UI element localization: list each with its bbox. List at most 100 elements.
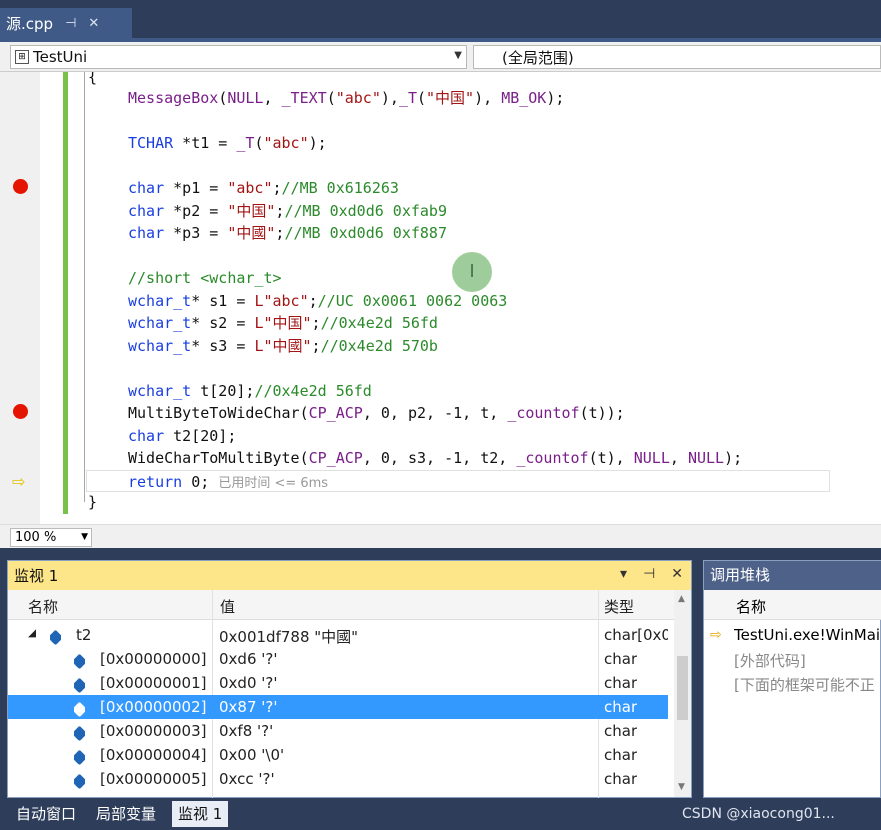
variable-icon	[74, 701, 85, 719]
callstack-frame[interactable]: [下面的框架可能不正	[734, 674, 875, 695]
watch-row[interactable]: [0x00000003] 0xf8 '?' char	[8, 719, 668, 743]
callstack-panel: 调用堆栈 名称 ⇨ TestUni.exe!WinMai [外部代码] [下面的…	[703, 560, 881, 798]
watch-value[interactable]: 0x00 '\0'	[219, 746, 284, 764]
close-brace: }	[88, 493, 98, 511]
scope-combo[interactable]: (全局范围)	[473, 45, 881, 69]
mouse-cursor: I	[452, 252, 492, 292]
project-combo[interactable]: ⊞ TestUni ▼	[10, 45, 467, 69]
watch-type: char	[604, 674, 638, 692]
watch-panel: 监视 1 ▾ ⊣ ✕ 名称 值 类型 ◢ t2 0x001df788 "中國" …	[7, 560, 692, 798]
watch-row[interactable]: [0x00000004] 0x00 '\0' char	[8, 743, 668, 767]
breakpoint-icon[interactable]	[13, 179, 28, 194]
scope-name: (全局范围)	[502, 48, 574, 67]
tab-autos[interactable]: 自动窗口	[16, 801, 76, 827]
code-line: char *p1 = "abc";//MB 0x616263	[128, 179, 399, 197]
chevron-down-icon: ▼	[81, 532, 88, 542]
watch-type: char	[604, 746, 638, 764]
code-line: wchar_t* s3 = L"中國";//0x4e2d 570b	[128, 337, 438, 355]
watch-header: 名称 值 类型	[8, 590, 691, 620]
watch-scrollbar[interactable]: ▲ ▼	[674, 590, 691, 797]
watch-name: [0x00000002]	[100, 698, 207, 716]
watch-row-selected[interactable]: [0x00000002] 0x87 '?' char	[8, 695, 668, 719]
dropdown-icon[interactable]: ▾	[620, 566, 627, 582]
scroll-down-icon[interactable]: ▼	[678, 782, 685, 792]
navigation-bar: ⊞ TestUni ▼ (全局范围)	[0, 42, 881, 72]
code-line: wchar_t* s1 = L"abc";//UC 0x0061 0062 00…	[128, 292, 508, 310]
watch-name: [0x00000004]	[100, 746, 207, 764]
document-tab-title: 源.cpp	[6, 15, 54, 33]
watch-name: [0x00000005]	[100, 770, 207, 788]
watch-name: [0x00000003]	[100, 722, 207, 740]
col-value[interactable]: 值	[220, 596, 235, 617]
variable-icon	[74, 773, 85, 791]
change-indicator	[63, 72, 68, 514]
watch-type: char	[604, 698, 638, 716]
callstack-frame[interactable]: TestUni.exe!WinMai	[734, 626, 880, 644]
variable-icon	[74, 677, 85, 695]
expand-icon[interactable]: ◢	[28, 626, 36, 639]
watch-value[interactable]: 0xd0 '?'	[219, 674, 277, 692]
tab-watch-1[interactable]: 监视 1	[172, 801, 229, 827]
watch-value[interactable]: 0xcc '?'	[219, 770, 275, 788]
watch-name: [0x00000000]	[100, 650, 207, 668]
watch-value[interactable]: 0x001df788 "中國"	[219, 626, 358, 647]
watch-type: char	[604, 650, 638, 668]
zoom-combo[interactable]: 100 % ▼	[10, 528, 92, 547]
watch-value[interactable]: 0xd6 '?'	[219, 650, 277, 668]
watch-type: char[0x0	[604, 626, 668, 644]
outline-line	[84, 72, 85, 502]
watermark: CSDN @xiaocong01...	[682, 806, 835, 822]
code-line: MultiByteToWideChar(CP_ACP, 0, p2, -1, t…	[128, 404, 625, 422]
callstack-title: 调用堆栈	[704, 561, 881, 590]
code-editor[interactable]: { MessageBox(NULL, _TEXT("abc"),_T("中国")…	[0, 72, 881, 524]
watch-row[interactable]: [0x00000000] 0xd6 '?' char	[8, 647, 668, 671]
current-line: return 0; 已用时间 <= 6ms	[86, 470, 830, 492]
code-line: //short <wchar_t>	[128, 269, 282, 287]
code-line: wchar_t t[20];//0x4e2d 56fd	[128, 382, 372, 400]
tab-locals[interactable]: 局部变量	[96, 801, 156, 827]
ide-window: 源.cpp ⊣ ✕ ⊞ TestUni ▼ (全局范围) { MessageBo…	[0, 0, 881, 830]
close-tab-icon[interactable]: ✕	[88, 16, 99, 31]
open-brace: {	[88, 72, 98, 86]
instruction-pointer-icon: ⇨	[12, 472, 26, 491]
breakpoint-margin[interactable]	[0, 72, 40, 524]
watch-row[interactable]: [0x00000001] 0xd0 '?' char	[8, 671, 668, 695]
project-icon: ⊞	[15, 50, 29, 64]
code-line: char t2[20];	[128, 427, 237, 445]
watch-name: [0x00000001]	[100, 674, 207, 692]
pin-icon[interactable]: ⊣	[65, 16, 76, 31]
zoom-value: 100 %	[15, 530, 57, 545]
watch-row[interactable]: ◢ t2 0x001df788 "中國" char[0x0	[8, 623, 668, 647]
scroll-thumb[interactable]	[677, 656, 688, 720]
pin-icon[interactable]: ⊣	[643, 566, 655, 582]
current-frame-arrow-icon: ⇨	[710, 627, 722, 643]
watch-title: 监视 1	[14, 567, 59, 585]
close-icon[interactable]: ✕	[671, 566, 683, 582]
col-name[interactable]: 名称	[736, 596, 766, 617]
watch-title-bar: 监视 1 ▾ ⊣ ✕	[8, 561, 691, 590]
variable-icon	[74, 749, 85, 767]
document-tab[interactable]: 源.cpp ⊣ ✕	[0, 8, 132, 39]
breakpoint-icon[interactable]	[13, 404, 28, 419]
watch-value[interactable]: 0x87 '?'	[219, 698, 277, 716]
chevron-down-icon: ▼	[454, 50, 462, 61]
variable-icon	[74, 653, 85, 671]
watch-row[interactable]: [0x00000005] 0xcc '?' char	[8, 767, 668, 791]
col-type[interactable]: 类型	[604, 596, 634, 617]
code-line: MessageBox(NULL, _TEXT("abc"),_T("中国"), …	[128, 89, 565, 107]
watch-type: char	[604, 770, 638, 788]
code-line: wchar_t* s2 = L"中国";//0x4e2d 56fd	[128, 314, 438, 332]
variable-icon	[50, 629, 61, 647]
watch-value[interactable]: 0xf8 '?'	[219, 722, 273, 740]
project-name: TestUni	[33, 48, 88, 66]
scroll-up-icon[interactable]: ▲	[678, 594, 685, 604]
bottom-tab-bar: 自动窗口 局部变量 监视 1 CSDN @xiaocong01...	[0, 798, 881, 830]
watch-name: t2	[76, 626, 92, 644]
variable-icon	[74, 725, 85, 743]
col-name[interactable]: 名称	[28, 596, 58, 617]
watch-type: char	[604, 722, 638, 740]
callstack-frame[interactable]: [外部代码]	[734, 650, 806, 671]
code-line: TCHAR *t1 = _T("abc");	[128, 134, 327, 152]
callstack-header: 名称	[704, 590, 881, 620]
zoom-bar: 100 % ▼	[0, 524, 881, 548]
